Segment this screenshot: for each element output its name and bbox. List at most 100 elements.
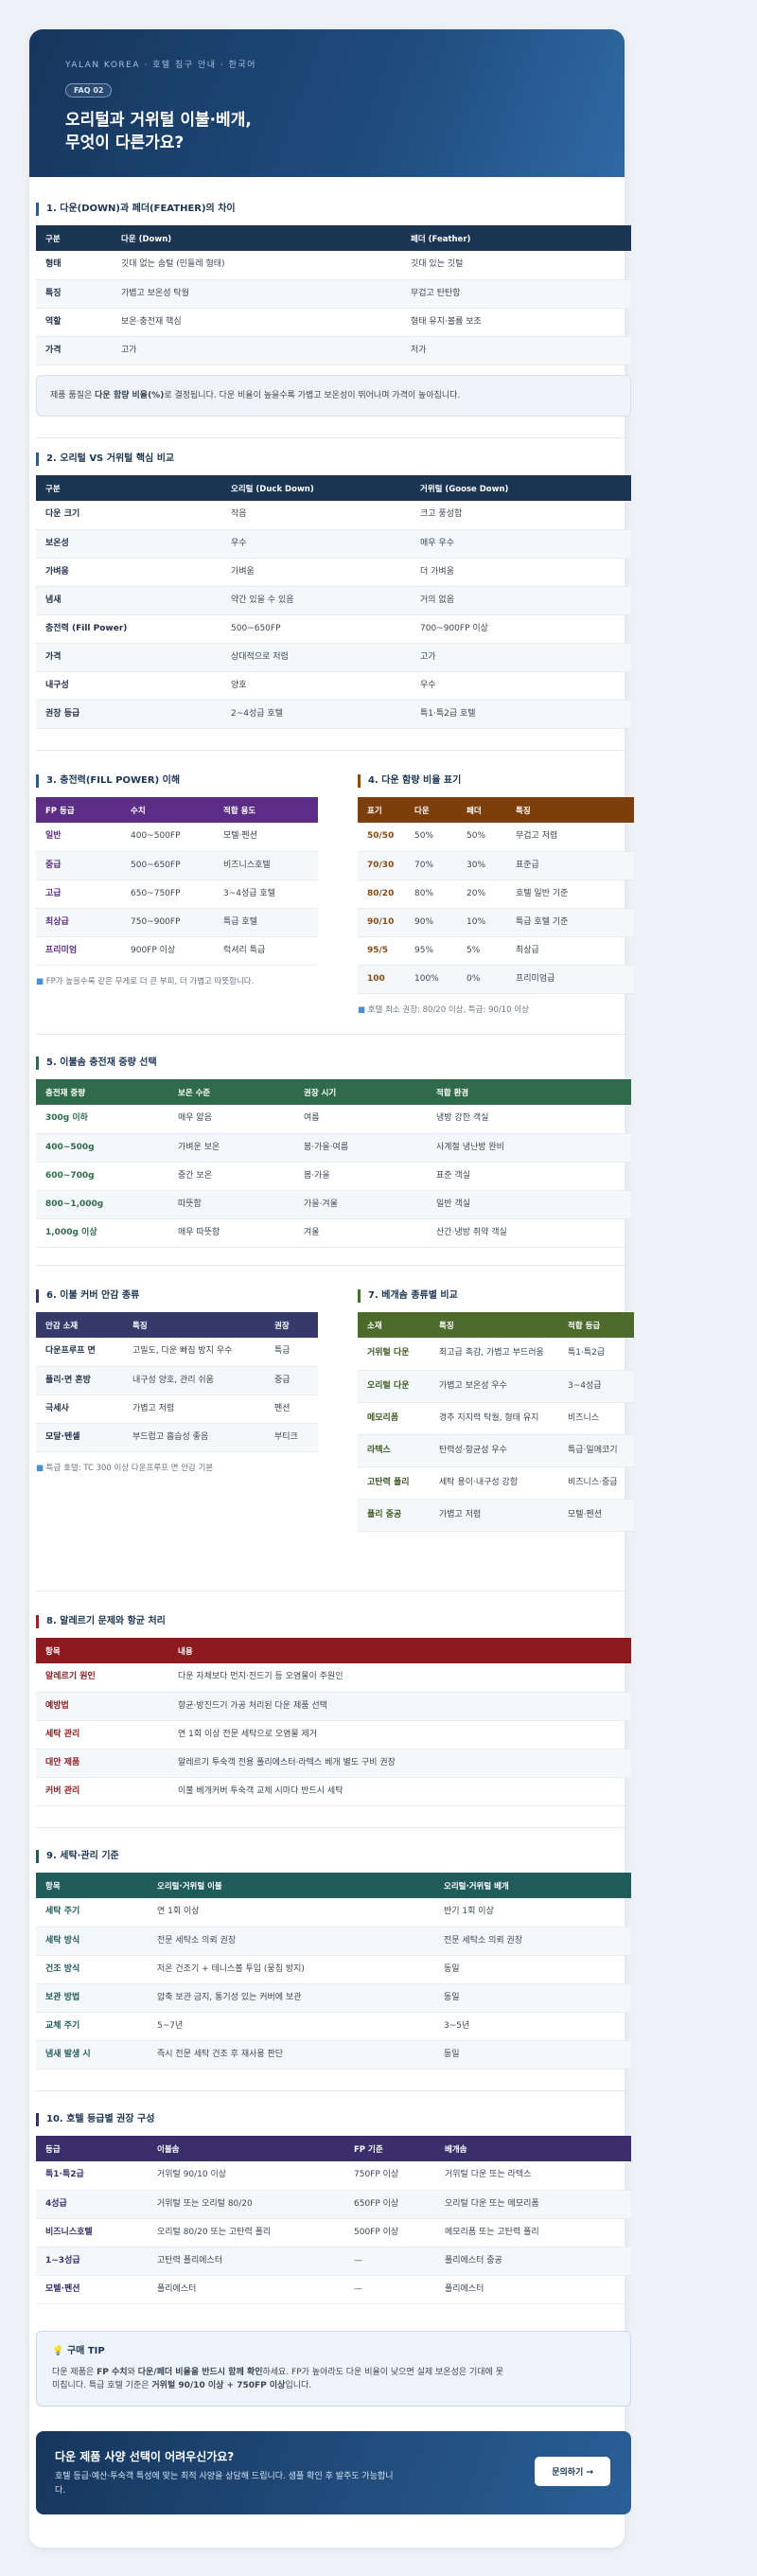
table-row: 50/50 50% 50% 무겁고 저렴	[358, 823, 634, 852]
row-key-cell: 프리미엄	[36, 936, 121, 966]
hero-kicker: YALAN KOREA · 호텔 침구 안내 · 한국어	[65, 61, 256, 70]
table-row: 모달·텐셀 부드럽고 흡습성 좋음 부티크	[36, 1423, 318, 1452]
column-header: 페더	[457, 797, 506, 823]
table-row: 내구성 양호 우수	[36, 671, 631, 701]
table-cell: 전문 세탁소 의뢰 권장	[148, 1927, 434, 1956]
table-row: 형태 깃대 없는 솜털 (민들레 형태) 깃대 있는 깃털	[36, 251, 631, 280]
table-cell: 냉방 강한 객실	[427, 1105, 631, 1134]
table-cell: 거위털 또는 오리털 80/20	[148, 2190, 344, 2219]
table-header-row: 소재 특징 적합 등급	[358, 1312, 634, 1338]
table-s10: 등급 이불솜 FP 기준 베개솜 특1·특2급 거위털 90/10 이상 750FP 이상 거…	[36, 2136, 631, 2304]
table-cell: 경추 지지력 탁월, 형태 유지	[430, 1402, 558, 1435]
row-key-cell: 건조 방식	[36, 1955, 148, 1984]
row-key-cell: 다운 크기	[36, 501, 221, 530]
table-cell: 봄·가을	[294, 1162, 427, 1191]
s4-note: ■ 호텔 최소 권장: 80/20 이상, 특급: 90/10 이상	[358, 1004, 529, 1015]
row-key-cell: 커버 관리	[36, 1777, 168, 1806]
table-cell: 3~4성급 호텔	[214, 879, 318, 909]
table-cell: 500~650FP	[121, 851, 214, 880]
table-cell: 50%	[405, 823, 457, 852]
table-row: 폴리·면 혼방 내구성 양호, 관리 쉬움 중급	[36, 1366, 318, 1395]
divider	[36, 1265, 631, 1266]
table-cell: 저가	[401, 336, 631, 365]
column-header: 내용	[168, 1638, 631, 1663]
section-title: 10. 호텔 등급별 권장 구성	[36, 2113, 631, 2126]
cta-banner: 다운 제품 사양 선택이 어려우신가요? 호텔 등급·예산·투숙객 특성에 맞는…	[36, 2431, 631, 2514]
table-row: 가격 상대적으로 저렴 고가	[36, 643, 631, 672]
table-cell: 90%	[405, 908, 457, 937]
table-cell: 다운 자체보다 먼지·진드기 등 오염물이 주원인	[168, 1663, 631, 1693]
column-header: 등급	[36, 2136, 148, 2161]
table-cell: 연 1회 이상 전문 세탁으로 오염물 제거	[168, 1720, 631, 1750]
table-row: 다운프루프 면 고밀도, 다운 빠짐 방지 우수 특급	[36, 1338, 318, 1367]
table-cell: 특1·특2급 호텔	[411, 700, 631, 729]
section-title: 6. 이불 커버 안감 종류	[36, 1289, 318, 1303]
column-header: 페더 (Feather)	[401, 225, 631, 251]
row-key-cell: 예방법	[36, 1692, 168, 1721]
row-key-cell: 100	[358, 965, 405, 994]
table-header-row: 안감 소재 특징 권장	[36, 1312, 318, 1338]
table-row: 다운 크기 작음 크고 풍성함	[36, 501, 631, 530]
table-s3: FP 등급 수치 적합 용도 일반 400~500FP 모텔·펜션 중급 500~650FP 비…	[36, 797, 318, 966]
table-cell: 650~750FP	[121, 879, 214, 909]
row-key-cell: 세탁 주기	[36, 1898, 148, 1928]
column-header: 수치	[121, 797, 214, 823]
table-row: 95/5 95% 5% 최상급	[358, 936, 634, 966]
table-row: 보관 방법 압축 보관 금지, 통기성 있는 커버에 보관 동일	[36, 1983, 631, 2013]
table-row: 고탄력 폴리 세탁 용이·내구성 강함 비즈니스·중급	[358, 1466, 634, 1500]
column-header: 베개솜	[435, 2136, 631, 2161]
table-cell: 무겁고 저렴	[506, 823, 634, 852]
table-cell: 10%	[457, 908, 506, 937]
row-key-cell: 600~700g	[36, 1162, 168, 1191]
tip-line-1: 다운 제품은 FP 수치와 다운/페더 비율을 반드시 함께 확인하세요. FP…	[52, 2368, 503, 2377]
table-row: 거위털 다운 최고급 촉감, 가볍고 부드러움 특1·특2급	[358, 1338, 634, 1371]
section-cover-lining: 6. 이불 커버 안감 종류 안감 소재 특징 권장 다운프루프 면 고밀도, 다운 빠…	[36, 1289, 318, 1473]
table-row: 100 100% 0% 프리미엄급	[358, 965, 634, 994]
table-cell: 형태 유지·볼륨 보조	[401, 308, 631, 337]
column-header: 구분	[36, 225, 112, 251]
table-cell: 500FP 이상	[344, 2218, 435, 2247]
s1-note-box: 제품 품질은 다운 함량 비율(%)로 결정됩니다. 다운 비율이 높을수록 가…	[36, 374, 631, 417]
table-row: 예방법 항균·방진드기 가공 처리된 다운 제품 선택	[36, 1692, 631, 1721]
row-key-cell: 형태	[36, 251, 112, 280]
table-row: 냄새 발생 시 즉시 전문 세탁 건조 후 재사용 판단 동일	[36, 2040, 631, 2070]
table-cell: 산간·냉방 취약 객실	[427, 1218, 631, 1248]
table-cell: 5%	[457, 936, 506, 966]
row-key-cell: 폴리 중공	[358, 1499, 430, 1532]
table-row: 가격 고가 저가	[36, 336, 631, 365]
table-row: 모텔·펜션 폴리에스터 — 폴리에스터	[36, 2275, 631, 2304]
s3-note: ■ FP가 높을수록 같은 무게로 더 큰 부피, 더 가볍고 따뜻합니다.	[36, 976, 255, 986]
row-key-cell: 교체 주기	[36, 2012, 148, 2041]
table-cell: 보온·충전재 핵심	[112, 308, 401, 337]
table-cell: 이불 베개커버 투숙객 교체 시마다 반드시 세탁	[168, 1777, 631, 1806]
table-cell: 30%	[457, 851, 506, 880]
table-cell: 오리털 다운 또는 메모리폼	[435, 2190, 631, 2219]
table-cell: 즉시 전문 세탁 건조 후 재사용 판단	[148, 2040, 434, 2070]
section-title: 3. 충전력(FILL POWER) 이해	[36, 774, 318, 788]
table-cell: 우수	[221, 529, 411, 559]
row-key-cell: 300g 이하	[36, 1105, 168, 1134]
table-cell: 모텔·펜션	[214, 823, 318, 852]
table-row: 폴리 중공 가볍고 저렴 모텔·펜션	[358, 1499, 634, 1532]
inquiry-button[interactable]: 문의하기 →	[535, 2457, 610, 2486]
title-line-1: 오리털과 거위털 이불·베개,	[65, 111, 252, 130]
column-header: 다운 (Down)	[112, 225, 401, 251]
table-cell: 가볍고 보온성 탁월	[112, 279, 401, 309]
table-cell: 100%	[405, 965, 457, 994]
table-cell: 특급 호텔 기준	[506, 908, 634, 937]
table-cell: 약간 있을 수 있음	[221, 586, 411, 615]
row-key-cell: 1~3성급	[36, 2247, 148, 2276]
table-cell: 동일	[434, 2040, 631, 2070]
table-cell: 동일	[434, 1983, 631, 2013]
row-key-cell: 800~1,000g	[36, 1190, 168, 1219]
column-header: 항목	[36, 1638, 168, 1663]
section-title: 8. 알레르기 문제와 항균 처리	[36, 1615, 631, 1628]
table-cell: 5~7년	[148, 2012, 434, 2041]
table-cell: 비즈니스	[558, 1402, 634, 1435]
table-cell: 탄력성·항균성 우수	[430, 1434, 558, 1467]
row-key-cell: 가격	[36, 336, 112, 365]
column-header: 권장	[265, 1312, 318, 1338]
table-cell: 900FP 이상	[121, 936, 214, 966]
table-header-row: 충전재 중량 보온 수준 권장 시기 적합 환경	[36, 1079, 631, 1105]
table-cell: 부티크	[265, 1423, 318, 1452]
